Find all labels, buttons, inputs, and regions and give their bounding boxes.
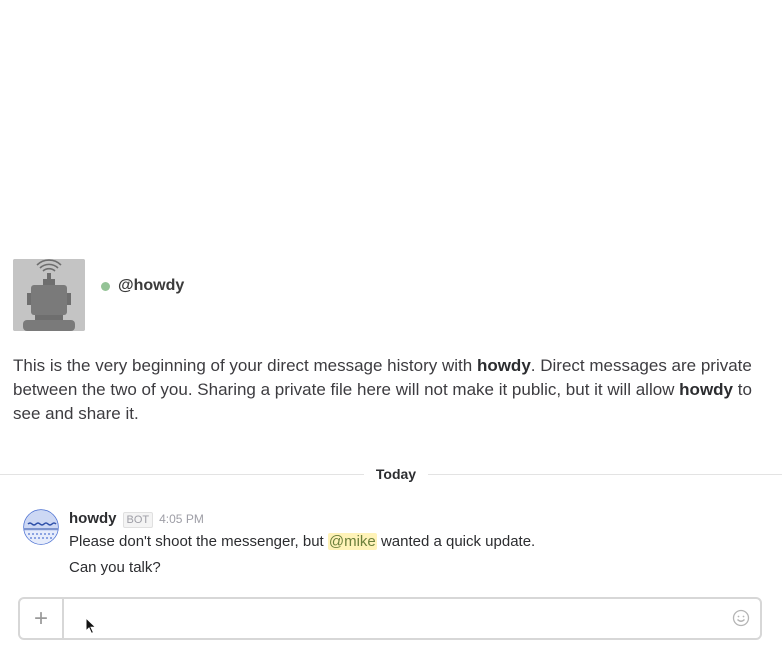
dm-intro-text: This is the very beginning of your direc… xyxy=(13,354,753,426)
message-timestamp[interactable]: 4:05 PM xyxy=(159,512,204,526)
howdy-avatar-icon xyxy=(23,509,59,545)
plus-icon: + xyxy=(33,604,48,632)
message-composer: + xyxy=(18,597,762,640)
day-divider-label: Today xyxy=(364,464,428,484)
intro-text-part: This is the very beginning of your direc… xyxy=(13,356,477,375)
presence-indicator xyxy=(101,281,110,291)
message-text: Can you talk? xyxy=(69,559,161,576)
bot-name: howdy xyxy=(679,380,734,399)
user-mention[interactable]: @mike xyxy=(327,533,377,550)
robot-icon xyxy=(13,259,85,331)
message-text-part: wanted a quick update. xyxy=(376,533,536,550)
message-avatar[interactable] xyxy=(23,509,59,545)
message-header: howdy BOT 4:05 PM xyxy=(69,510,204,530)
bot-handle[interactable]: @howdy xyxy=(101,275,184,297)
mouse-cursor-icon xyxy=(85,617,97,635)
message-input[interactable] xyxy=(66,599,720,640)
message-text: Please don't shoot the messenger, but @m… xyxy=(69,531,535,553)
message-text-part: Please don't shoot the messenger, but xyxy=(69,533,328,550)
smiley-icon[interactable] xyxy=(732,609,750,627)
add-file-button[interactable]: + xyxy=(20,599,64,638)
bot-name: howdy xyxy=(476,356,531,375)
bot-badge: BOT xyxy=(122,512,154,528)
bot-avatar-large xyxy=(13,259,85,331)
message-author[interactable]: howdy xyxy=(69,510,117,527)
bot-handle-label: @howdy xyxy=(118,277,185,294)
